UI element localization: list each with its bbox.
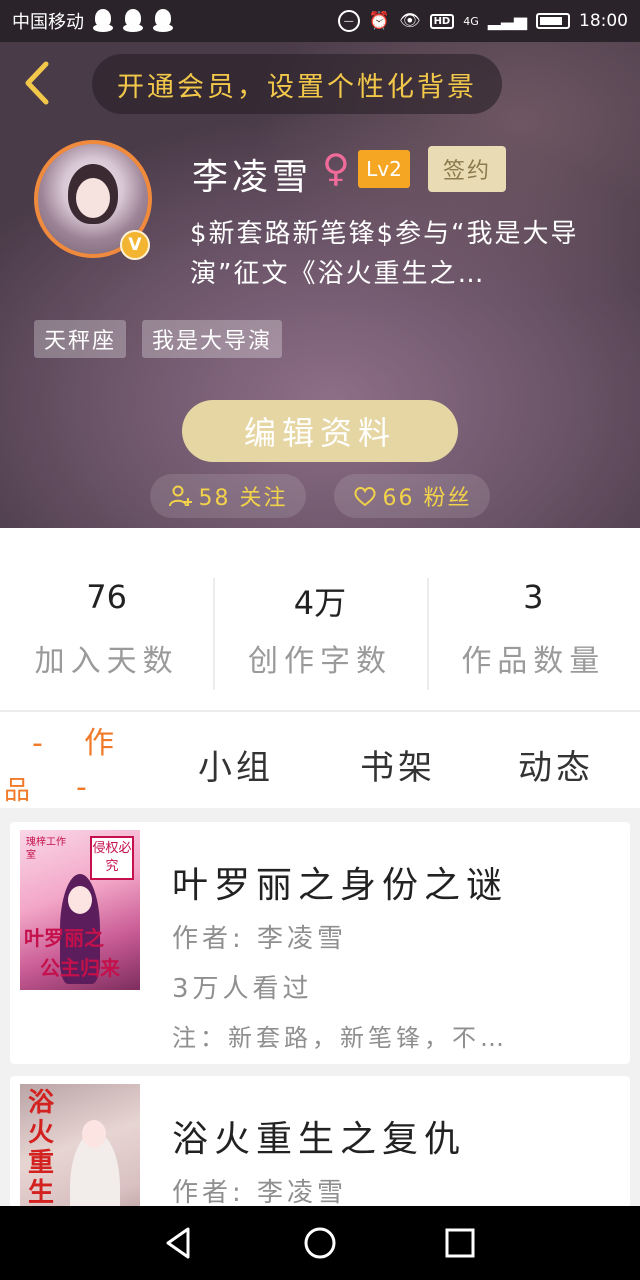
profile-header: 开通会员，设置个性化背景 V 李凌雪 ♀ Lv2 签约 $新套路新笔锋$参与“我… — [0, 42, 640, 528]
fans-button[interactable]: 66 粉丝 — [334, 474, 490, 518]
dnd-icon: — — [337, 10, 360, 32]
hd-icon: HD — [429, 13, 455, 29]
triangle-back-icon — [166, 1227, 190, 1259]
book-cover[interactable]: 浴火重生 — [20, 1084, 140, 1206]
works-list: 瑰梓工作室 侵权必究 叶罗丽之 公主归来 叶罗丽之身份之谜 作者: 李凌雪 3万… — [0, 808, 640, 1206]
network-label: 4G — [463, 14, 479, 28]
book-note: 注：新套路，新笔锋，不… — [172, 1024, 508, 1052]
profile-tabs: - 作 品 - 小组 书架 动态 — [0, 710, 640, 808]
signed-badge: 签约 — [428, 146, 506, 192]
heart-icon — [353, 487, 376, 507]
qq-icon — [92, 9, 114, 33]
cover-studio-text: 瑰梓工作室 — [26, 837, 66, 861]
tab-works-label: 作 — [84, 726, 114, 761]
qq-icon — [122, 9, 144, 33]
vip-banner-button[interactable]: 开通会员，设置个性化背景 — [92, 54, 502, 114]
username: 李凌雪 — [192, 157, 313, 198]
cover-title-text: 叶罗丽之 — [24, 926, 104, 950]
book-cover[interactable]: 瑰梓工作室 侵权必究 叶罗丽之 公主归来 — [20, 830, 140, 990]
nav-home-button[interactable] — [298, 1221, 342, 1265]
profile-bio: $新套路新笔锋$参与“我是大导演”征文《浴火重生之… — [190, 219, 579, 289]
cover-seal: 侵权必究 — [90, 836, 134, 880]
tag-item[interactable]: 天秤座 — [34, 320, 127, 358]
stat-label: 加入天数 — [34, 644, 179, 679]
back-button[interactable] — [20, 60, 54, 106]
cover-face — [82, 1120, 106, 1148]
level-badge: Lv2 — [358, 150, 410, 188]
circle-home-icon — [304, 1227, 336, 1259]
book-card[interactable]: 浴火重生 浴火重生之复仇 作者: 李凌雪 — [10, 1076, 630, 1206]
edit-profile-button[interactable]: 编辑资料 — [182, 400, 458, 462]
stats-panel: 76 加入天数 4万 创作字数 3 作品数量 — [0, 528, 640, 710]
stat-value: 3 — [523, 578, 544, 616]
clock: 18:00 — [579, 11, 628, 31]
stat-label: 创作字数 — [247, 644, 392, 679]
tag-list: 天秤座 我是大导演 — [34, 320, 283, 358]
stat-works-count: 3 作品数量 — [426, 578, 640, 710]
verified-badge: V — [120, 230, 150, 260]
nav-recents-button[interactable] — [438, 1221, 482, 1265]
cover-title-text: 浴火重生 — [28, 1088, 55, 1206]
tab-works[interactable]: - 作 品 - — [0, 712, 140, 810]
fans-count: 66 粉丝 — [382, 486, 472, 511]
tab-bookshelf[interactable]: 书架 — [360, 740, 436, 789]
cover-face — [68, 886, 92, 914]
square-recents-icon — [445, 1228, 475, 1258]
stat-value: 4万 — [293, 584, 347, 622]
stat-word-count: 4万 创作字数 — [213, 578, 426, 710]
tab-works-dash: - — [76, 770, 87, 805]
book-author: 作者: 李凌雪 — [172, 1178, 348, 1206]
tab-moments[interactable]: 动态 — [518, 740, 594, 789]
tab-works-dash: - — [32, 726, 43, 761]
book-card[interactable]: 瑰梓工作室 侵权必究 叶罗丽之 公主归来 叶罗丽之身份之谜 作者: 李凌雪 3万… — [10, 822, 630, 1064]
nav-back-button[interactable] — [158, 1221, 202, 1265]
cover-subtitle-text: 公主归来 — [40, 956, 120, 980]
system-nav-bar — [0, 1206, 640, 1280]
signal-icon: ▂▃▅ — [487, 11, 527, 31]
tab-works-label: 品 — [4, 776, 31, 806]
tag-item[interactable]: 我是大导演 — [142, 320, 283, 358]
stat-label: 作品数量 — [461, 644, 606, 679]
book-reads: 3万人看过 — [172, 974, 313, 1004]
chevron-left-icon — [25, 61, 49, 105]
qq-icon — [152, 9, 174, 33]
alarm-icon: ⏰ — [368, 11, 390, 31]
tab-group[interactable]: 小组 — [198, 740, 274, 789]
eye-icon: 👁 — [398, 11, 421, 31]
female-icon: ♀ — [322, 146, 350, 190]
battery-icon — [536, 13, 570, 29]
carrier-label: 中国移动 — [12, 12, 84, 33]
book-title[interactable]: 浴火重生之复仇 — [172, 1110, 466, 1162]
following-count: 58 关注 — [198, 486, 288, 511]
book-title[interactable]: 叶罗丽之身份之谜 — [172, 856, 508, 908]
following-button[interactable]: 58 关注 — [150, 474, 306, 518]
add-user-icon — [168, 485, 192, 507]
stat-value: 76 — [86, 578, 128, 616]
status-bar: 中国移动 — ⏰ 👁 HD 4G ▂▃▅ 18:00 — [0, 0, 640, 42]
stat-join-days: 76 加入天数 — [0, 578, 213, 710]
book-author: 作者: 李凌雪 — [172, 924, 348, 954]
